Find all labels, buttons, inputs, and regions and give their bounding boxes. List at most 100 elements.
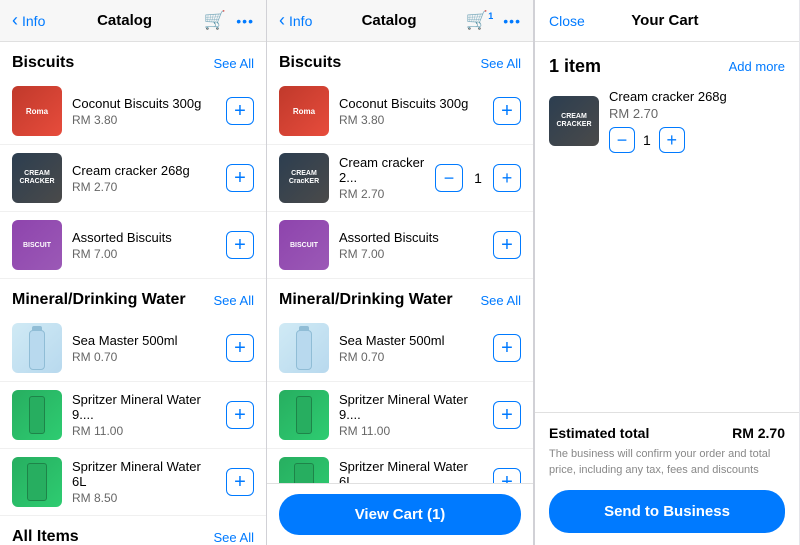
left-assorted-price: RM 7.00 <box>72 247 216 261</box>
right-biscuits-section-header: Biscuits See All <box>267 42 533 78</box>
left-back-label[interactable]: Info <box>22 13 45 29</box>
right-cart-icon[interactable]: 🛒1 <box>466 10 493 31</box>
left-assorted-img: BISCUIT <box>12 220 62 270</box>
right-cream-qty: 1 <box>471 170 485 186</box>
left-water-see-all[interactable]: See All <box>214 293 254 308</box>
left-product-assorted: BISCUIT Assorted Biscuits RM 7.00 + <box>0 212 266 279</box>
cart-footer: Estimated total RM 2.70 The business wil… <box>535 412 799 545</box>
cart-cream-plus-btn[interactable]: + <box>659 127 685 153</box>
left-spritzer9-add-btn[interactable]: + <box>226 401 254 429</box>
left-spritzer9-name: Spritzer Mineral Water 9.... <box>72 392 216 422</box>
right-panel-header: ‹ Info Catalog 🛒1 ••• <box>267 0 533 42</box>
right-spritzer6-add-btn[interactable]: + <box>493 468 521 483</box>
right-biscuits-title: Biscuits <box>279 54 341 72</box>
right-coconut-name: Coconut Biscuits 300g <box>339 96 483 111</box>
cart-item-count: 1 item <box>549 56 601 77</box>
left-water-section-header: Mineral/Drinking Water See All <box>0 279 266 315</box>
right-coconut-info: Coconut Biscuits 300g RM 3.80 <box>339 96 483 127</box>
right-assorted-info: Assorted Biscuits RM 7.00 <box>339 230 483 261</box>
left-water-title: Mineral/Drinking Water <box>12 291 186 309</box>
right-product-spritzer6: Spritzer Mineral Water 6L RM 8.50 + <box>267 449 533 483</box>
left-all-items-see-all[interactable]: See All <box>214 530 254 545</box>
right-product-assorted: BISCUIT Assorted Biscuits RM 7.00 + <box>267 212 533 279</box>
right-back-label[interactable]: Info <box>289 13 312 29</box>
right-assorted-add-btn[interactable]: + <box>493 231 521 259</box>
left-spritzer9-img <box>12 390 62 440</box>
cart-cream-price: RM 2.70 <box>609 106 785 121</box>
left-catalog-title: Catalog <box>97 12 152 29</box>
right-cream-plus-btn[interactable]: + <box>493 164 521 192</box>
right-cream-price: RM 2.70 <box>339 187 425 201</box>
right-spritzer9-add-btn[interactable]: + <box>493 401 521 429</box>
right-sea500-price: RM 0.70 <box>339 350 483 364</box>
right-dots-icon[interactable]: ••• <box>503 13 521 29</box>
right-sea500-add-btn[interactable]: + <box>493 334 521 362</box>
estimated-total-price: RM 2.70 <box>732 425 785 441</box>
left-product-spritzer6: Spritzer Mineral Water 6L RM 8.50 + <box>0 449 266 516</box>
left-sea500-add-btn[interactable]: + <box>226 334 254 362</box>
right-coconut-img: Roma <box>279 86 329 136</box>
right-sea500-name: Sea Master 500ml <box>339 333 483 348</box>
right-water-see-all[interactable]: See All <box>481 293 521 308</box>
right-back-nav[interactable]: ‹ Info <box>279 10 312 31</box>
left-sea500-img <box>12 323 62 373</box>
right-catalog-title: Catalog <box>362 12 417 29</box>
left-cart-icon[interactable]: 🛒 <box>204 10 226 31</box>
left-chevron-icon: ‹ <box>12 10 18 31</box>
cart-cream-qty-control: − 1 + <box>609 127 785 153</box>
left-coconut-add-btn[interactable]: + <box>226 97 254 125</box>
right-cream-qty-control: − 1 + <box>435 164 521 192</box>
left-coconut-img: Roma <box>12 86 62 136</box>
left-all-items-title: All Items <box>12 528 79 545</box>
right-biscuits-see-all[interactable]: See All <box>481 56 521 71</box>
cart-cream-name: Cream cracker 268g <box>609 89 785 104</box>
left-cream-info: Cream cracker 268g RM 2.70 <box>72 163 216 194</box>
left-back-nav[interactable]: ‹ Info <box>12 10 45 31</box>
cart-cream-minus-btn[interactable]: − <box>609 127 635 153</box>
left-biscuits-section-header: Biscuits See All <box>0 42 266 78</box>
right-spritzer9-img <box>279 390 329 440</box>
left-spritzer9-price: RM 11.00 <box>72 424 216 438</box>
right-water-section-header: Mineral/Drinking Water See All <box>267 279 533 315</box>
left-dots-icon[interactable]: ••• <box>236 13 254 29</box>
cart-item-cream: CREAM CRACKER Cream cracker 268g RM 2.70… <box>549 89 785 153</box>
left-assorted-name: Assorted Biscuits <box>72 230 216 245</box>
cart-badge: 1 <box>488 11 493 21</box>
view-cart-bar: View Cart (1) <box>267 483 533 545</box>
send-to-business-button[interactable]: Send to Business <box>549 490 785 533</box>
view-cart-button[interactable]: View Cart (1) <box>279 494 521 535</box>
right-spritzer9-price: RM 11.00 <box>339 424 483 438</box>
right-sea500-info: Sea Master 500ml RM 0.70 <box>339 333 483 364</box>
left-cream-name: Cream cracker 268g <box>72 163 216 178</box>
left-cream-img: CREAM CRACKER <box>12 153 62 203</box>
cart-add-more[interactable]: Add more <box>729 59 785 74</box>
right-header-actions: 🛒1 ••• <box>466 10 521 31</box>
left-assorted-add-btn[interactable]: + <box>226 231 254 259</box>
right-assorted-img: BISCUIT <box>279 220 329 270</box>
left-spritzer6-img <box>12 457 62 507</box>
left-spritzer6-add-btn[interactable]: + <box>226 468 254 496</box>
cart-content: 1 item Add more CREAM CRACKER Cream crac… <box>535 42 799 412</box>
right-coconut-add-btn[interactable]: + <box>493 97 521 125</box>
right-spritzer9-name: Spritzer Mineral Water 9.... <box>339 392 483 422</box>
right-spritzer9-info: Spritzer Mineral Water 9.... RM 11.00 <box>339 392 483 438</box>
left-header-actions: 🛒 ••• <box>204 10 254 31</box>
right-cream-minus-btn[interactable]: − <box>435 164 463 192</box>
left-cream-add-btn[interactable]: + <box>226 164 254 192</box>
estimated-total-label: Estimated total <box>549 425 649 441</box>
cart-title: Your Cart <box>631 12 698 29</box>
right-cream-name: Cream cracker 2... <box>339 155 425 185</box>
right-water-title: Mineral/Drinking Water <box>279 291 453 309</box>
cart-panel: Close Your Cart 1 item Add more CREAM CR… <box>534 0 799 545</box>
left-spritzer6-info: Spritzer Mineral Water 6L RM 8.50 <box>72 459 216 505</box>
right-spritzer6-img <box>279 457 329 483</box>
left-spritzer9-info: Spritzer Mineral Water 9.... RM 11.00 <box>72 392 216 438</box>
left-biscuits-see-all[interactable]: See All <box>214 56 254 71</box>
right-panel: ‹ Info Catalog 🛒1 ••• Biscuits See All R… <box>267 0 534 545</box>
right-product-spritzer9: Spritzer Mineral Water 9.... RM 11.00 + <box>267 382 533 449</box>
right-sea500-img <box>279 323 329 373</box>
right-product-sea500: Sea Master 500ml RM 0.70 + <box>267 315 533 382</box>
cart-close-button[interactable]: Close <box>549 13 585 29</box>
left-coconut-price: RM 3.80 <box>72 113 216 127</box>
right-coconut-price: RM 3.80 <box>339 113 483 127</box>
